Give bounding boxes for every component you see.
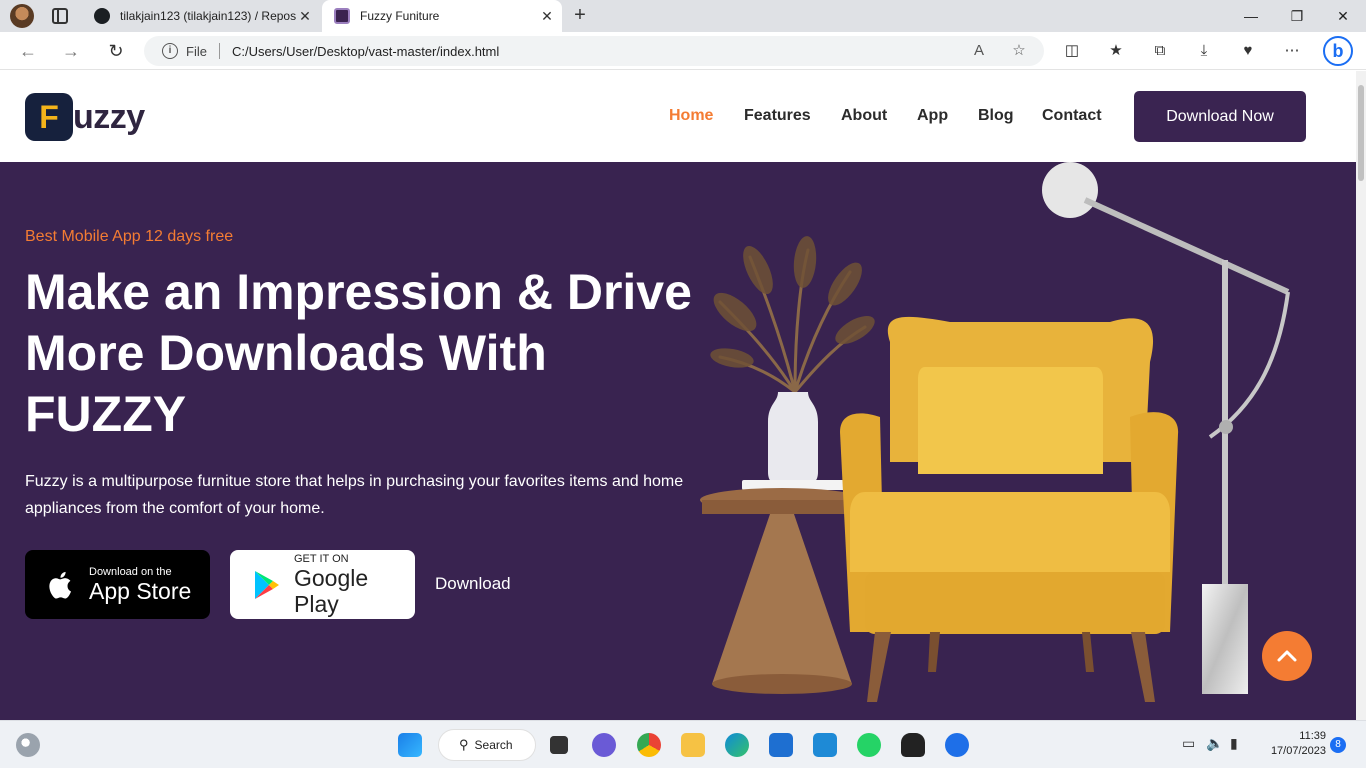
url-text[interactable]: C:/Users/User/Desktop/vast-master/index.… [232, 44, 499, 59]
new-tab-button[interactable]: + [570, 4, 590, 26]
google-play-small-text: GET IT ON [294, 552, 349, 565]
hero-download-link[interactable]: Download [435, 574, 511, 594]
network-icon[interactable]: ▭ [1182, 735, 1195, 752]
favorite-star-icon[interactable]: ☆ [1010, 42, 1028, 60]
profile-avatar[interactable] [10, 4, 34, 28]
forward-button[interactable]: → [60, 40, 82, 62]
divider [218, 43, 220, 59]
clock-time: 11:39 [1299, 730, 1326, 742]
windows-start-icon[interactable] [398, 733, 422, 757]
scheme-label: File [186, 43, 207, 59]
app-store-button[interactable]: Download on the App Store [25, 550, 210, 619]
nav-features[interactable]: Features [744, 107, 811, 125]
read-aloud-icon[interactable]: A [970, 42, 988, 60]
minimize-button[interactable]: — [1228, 0, 1274, 32]
hero-section: Best Mobile App 12 days free Make an Imp… [0, 162, 1356, 720]
github-icon [94, 8, 110, 24]
logo-mark: F [25, 93, 73, 141]
apple-icon [49, 571, 71, 599]
volume-icon[interactable]: 🔈 [1206, 735, 1223, 752]
nav-contact[interactable]: Contact [1042, 107, 1102, 125]
windows-taskbar: ⚲ Search ▭ 🔈 ▮ 11:39 17/07/2023 8 [0, 720, 1366, 768]
info-icon[interactable]: i [162, 43, 178, 59]
back-button[interactable]: ← [17, 40, 39, 62]
hero-eyebrow: Best Mobile App 12 days free [25, 228, 234, 245]
headline-line: More Downloads With [25, 325, 547, 381]
taskbar-clock[interactable]: 11:39 17/07/2023 [1258, 729, 1326, 759]
google-play-big-text: Google Play [294, 564, 369, 617]
scrollbar-thumb[interactable] [1358, 85, 1364, 181]
nav-app[interactable]: App [917, 107, 948, 125]
downloads-icon[interactable]: ⤓ [1194, 41, 1214, 61]
download-now-button[interactable]: Download Now [1134, 91, 1306, 142]
webpage: F uzzy Home Features About App Blog Cont… [0, 71, 1356, 720]
headline-line: Make an Impression & Drive [25, 264, 692, 320]
microsoft-store-icon[interactable] [769, 733, 793, 757]
search-label: Search [474, 738, 513, 752]
tab-actions-icon[interactable] [52, 8, 68, 24]
hero-description: Fuzzy is a multipurpose furnitue store t… [25, 473, 684, 517]
fuzzy-favicon-icon [334, 8, 350, 24]
task-view-icon[interactable] [550, 736, 568, 754]
taskbar-search[interactable]: ⚲ Search [438, 729, 536, 761]
nav-home[interactable]: Home [669, 107, 713, 125]
close-tab-icon[interactable]: ✕ [296, 8, 314, 25]
google-play-button[interactable]: GET IT ON Google Play [230, 550, 415, 619]
chrome-icon[interactable] [637, 733, 661, 757]
site-logo[interactable]: F uzzy [25, 93, 145, 141]
more-options-icon[interactable]: ⋯ [1282, 41, 1302, 61]
close-tab-icon[interactable]: ✕ [538, 8, 556, 25]
chevron-up-icon [1277, 650, 1297, 662]
teams-chat-icon[interactable] [592, 733, 616, 757]
linux-penguin-icon[interactable] [901, 733, 925, 757]
weather-icon[interactable] [16, 733, 40, 757]
scroll-to-top-button[interactable] [1262, 631, 1312, 681]
search-icon: ⚲ [459, 737, 469, 752]
copilot-icon[interactable]: b [1323, 36, 1353, 66]
vscode-icon[interactable] [813, 733, 837, 757]
address-bar-row: ← → ↻ i File C:/Users/User/Desktop/vast-… [0, 32, 1366, 70]
browser-tab-bar: tilakjain123 (tilakjain123) / Repos ✕ Fu… [0, 0, 1366, 32]
maps-icon[interactable] [945, 733, 969, 757]
google-play-icon [255, 570, 279, 599]
headline-line: FUZZY [25, 386, 187, 442]
tab-title: tilakjain123 (tilakjain123) / Repos [120, 9, 296, 23]
app-store-small-text: Download on the [89, 565, 172, 578]
site-header: F uzzy Home Features About App Blog Cont… [0, 71, 1356, 162]
nav-about[interactable]: About [841, 107, 887, 125]
collections-icon[interactable]: ⧉ [1150, 41, 1170, 61]
battery-icon[interactable]: ▮ [1230, 735, 1238, 752]
restore-button[interactable]: ❐ [1274, 0, 1320, 32]
tab-github[interactable]: tilakjain123 (tilakjain123) / Repos ✕ [84, 0, 320, 32]
tab-title: Fuzzy Funiture [360, 9, 440, 23]
app-store-big-text: App Store [89, 577, 192, 604]
split-screen-icon[interactable]: ◫ [1062, 41, 1082, 61]
armchair-illustration [840, 316, 1179, 702]
page-scrollbar[interactable] [1356, 71, 1366, 720]
logo-text: uzzy [73, 97, 145, 136]
clock-date: 17/07/2023 [1270, 745, 1326, 757]
refresh-button[interactable]: ↻ [105, 40, 127, 62]
tab-fuzzy[interactable]: Fuzzy Funiture ✕ [322, 0, 562, 32]
edge-icon[interactable] [725, 733, 749, 757]
whatsapp-icon[interactable] [857, 733, 881, 757]
hero-headline: Make an Impression & Drive More Download… [25, 262, 705, 445]
favorites-icon[interactable]: ★ [1106, 41, 1126, 61]
vase-illustration [768, 392, 818, 487]
hero-furniture-image [700, 162, 1290, 702]
address-bar[interactable]: i File C:/Users/User/Desktop/vast-master… [144, 36, 1044, 66]
notification-badge[interactable]: 8 [1330, 737, 1346, 753]
browser-essentials-icon[interactable]: ♥ [1238, 41, 1258, 61]
file-explorer-icon[interactable] [681, 733, 705, 757]
nav-blog[interactable]: Blog [978, 107, 1014, 125]
close-window-button[interactable]: ✕ [1320, 0, 1366, 32]
